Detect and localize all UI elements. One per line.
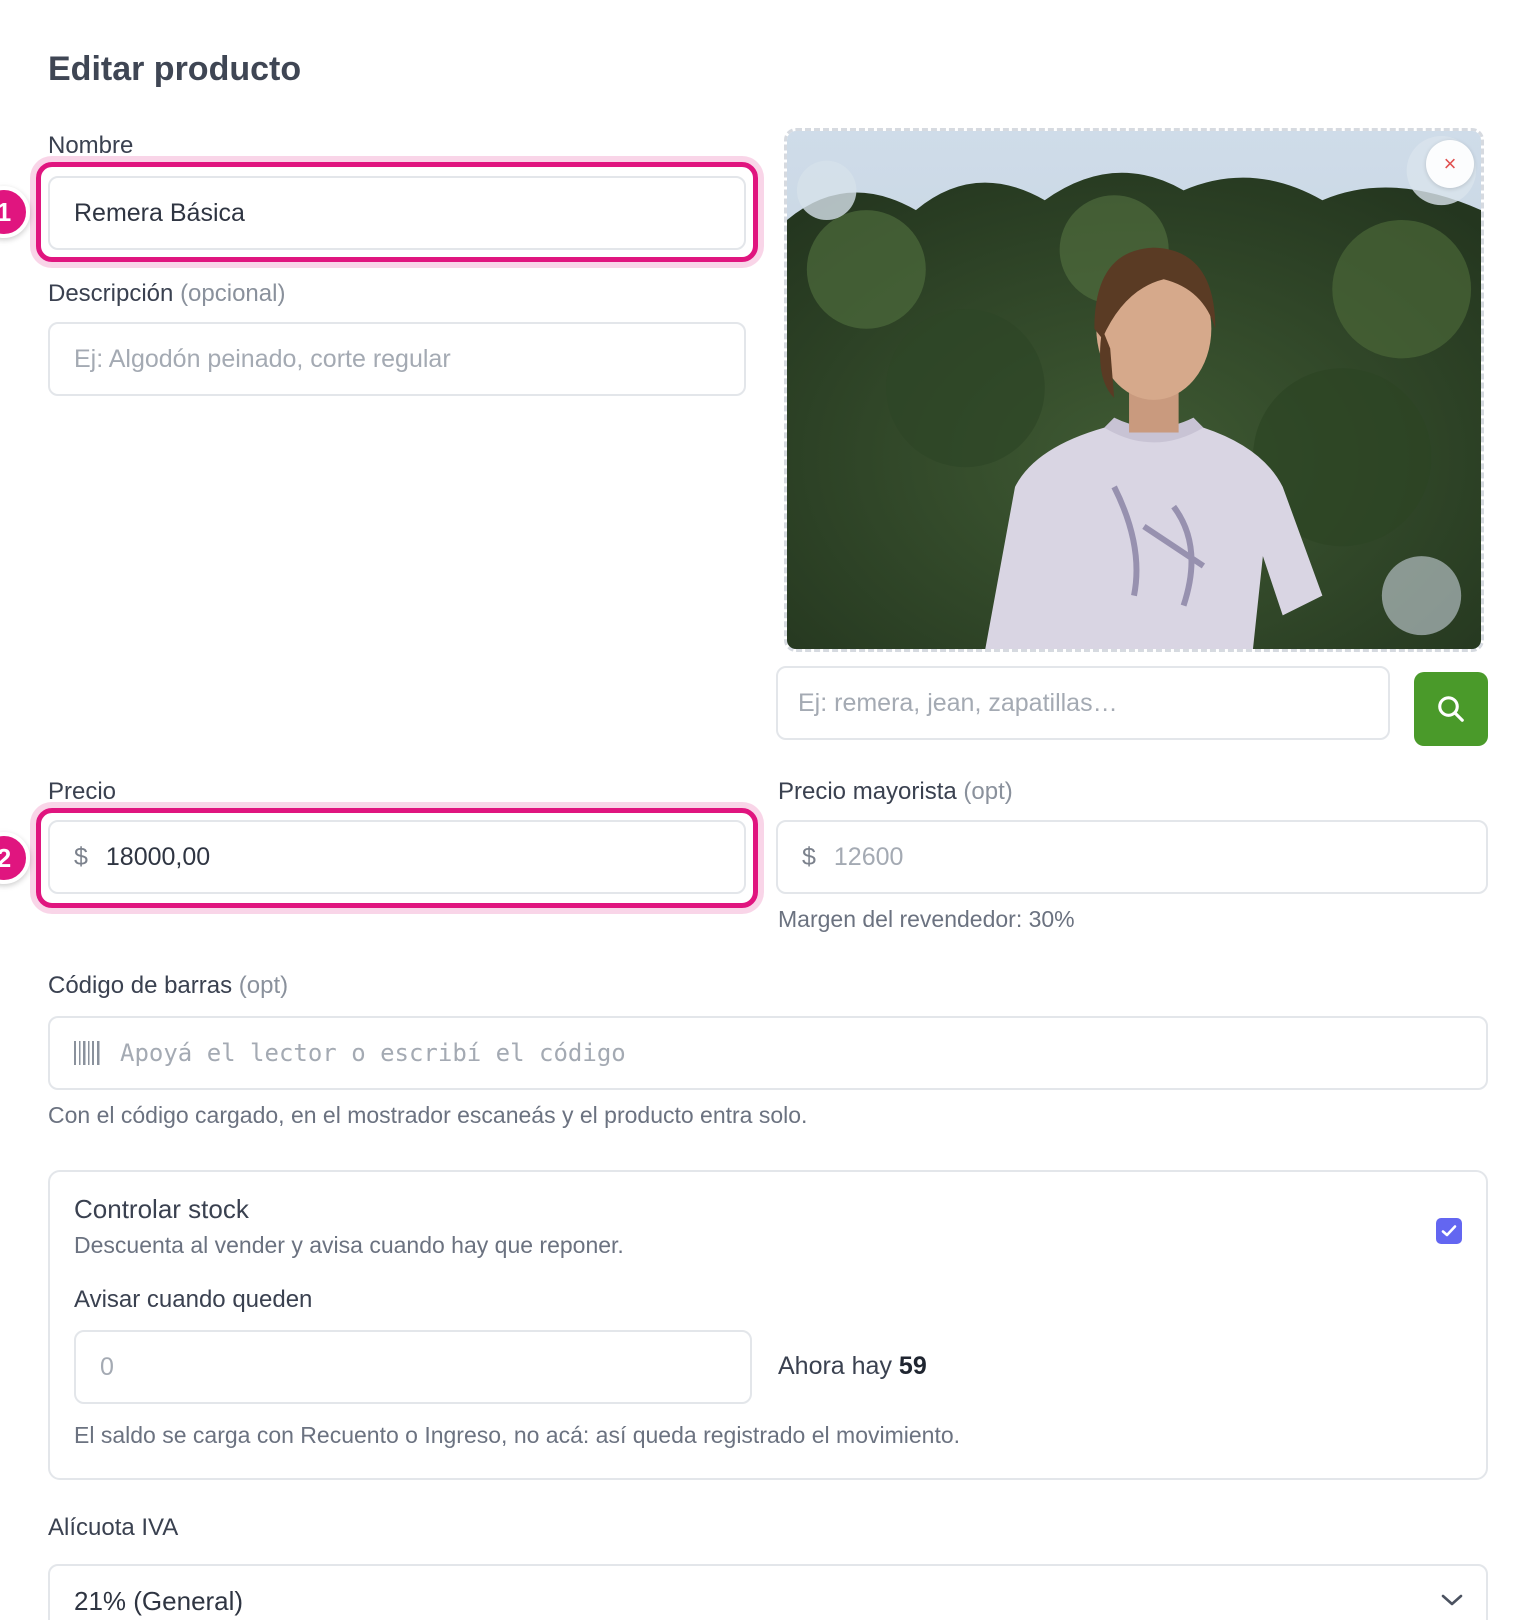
- check-icon: [1441, 1225, 1457, 1237]
- codigo-barras-optional: (opt): [238, 972, 289, 999]
- nombre-value: Remera Básica: [74, 198, 245, 227]
- iva-select[interactable]: 21% (General): [48, 1564, 1488, 1620]
- stock-title: Controlar stock: [74, 1194, 249, 1224]
- precio-mayorista-optional: (opt): [963, 778, 1013, 805]
- precio-mayorista-label: Precio mayorista (opt): [778, 778, 1013, 806]
- stock-note: El saldo se carga con Recuento o Ingreso…: [74, 1422, 961, 1448]
- stock-alert-label: Avisar cuando queden: [74, 1286, 313, 1313]
- codigo-barras-placeholder: Apoyá el lector o escribí el código: [120, 1039, 626, 1067]
- stock-alert-input[interactable]: 0: [74, 1330, 752, 1404]
- stock-current-prefix: Ahora hay: [778, 1352, 892, 1380]
- remove-image-button[interactable]: ×: [1426, 140, 1474, 188]
- precio-label: Precio: [48, 778, 117, 805]
- margen-hint: Margen del revendedor: 30%: [778, 906, 1075, 932]
- codigo-barras-input[interactable]: Apoyá el lector o escribí el código: [48, 1016, 1488, 1090]
- nombre-input[interactable]: Remera Básica: [48, 176, 746, 250]
- stock-checkbox[interactable]: [1436, 1218, 1462, 1244]
- precio-currency: $: [74, 842, 88, 871]
- stock-description: Descuenta al vender y avisa cuando hay q…: [74, 1232, 624, 1258]
- descripcion-optional: (opcional): [180, 280, 286, 307]
- precio-mayorista-input[interactable]: $ 12600: [776, 820, 1488, 894]
- descripcion-label-text: Descripción: [48, 280, 174, 307]
- image-search-placeholder: Ej: remera, jean, zapatillas…: [798, 688, 1118, 717]
- barcode-icon: [74, 1041, 100, 1065]
- codigo-barras-hint: Con el código cargado, en el mostrador e…: [48, 1102, 808, 1128]
- codigo-barras-label-text: Código de barras: [48, 972, 233, 999]
- precio-input[interactable]: $ 18000,00: [48, 820, 746, 894]
- precio-mayorista-currency: $: [802, 842, 816, 871]
- product-image[interactable]: [784, 128, 1484, 652]
- descripcion-input[interactable]: Ej: Algodón peinado, corte regular: [48, 322, 746, 396]
- codigo-barras-label: Código de barras (opt): [48, 972, 288, 1000]
- precio-mayorista-placeholder: 12600: [833, 842, 904, 871]
- step-marker-1: 1: [0, 186, 30, 238]
- iva-selected: 21% (General): [74, 1585, 244, 1616]
- descripcion-label: Descripción (opcional): [48, 280, 285, 308]
- stock-current-value: 59: [898, 1352, 927, 1380]
- precio-value: 18000,00: [105, 842, 211, 871]
- precio-mayorista-label-text: Precio mayorista: [778, 778, 957, 805]
- descripcion-placeholder: Ej: Algodón peinado, corte regular: [74, 344, 451, 373]
- stock-current: Ahora hay 59: [778, 1352, 927, 1381]
- iva-label: Alícuota IVA: [48, 1514, 179, 1541]
- nombre-label: Nombre: [48, 132, 134, 159]
- stock-alert-placeholder: 0: [100, 1352, 114, 1381]
- page-title: Editar producto: [48, 50, 302, 88]
- image-search-input[interactable]: Ej: remera, jean, zapatillas…: [776, 666, 1390, 740]
- product-photo: [787, 131, 1481, 649]
- image-search-button[interactable]: [1414, 672, 1488, 746]
- step-marker-2: 2: [0, 832, 30, 884]
- chevron-down-icon: [1441, 1594, 1463, 1606]
- search-icon: [1438, 696, 1464, 722]
